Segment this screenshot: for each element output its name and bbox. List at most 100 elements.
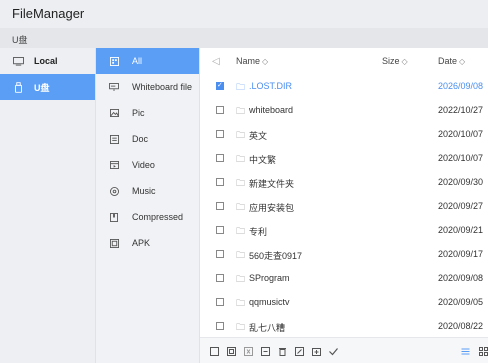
column-header-size[interactable]: Size ◇ xyxy=(382,56,408,66)
picture-icon xyxy=(108,108,120,118)
category-item-video[interactable]: Video xyxy=(96,152,199,178)
column-header-date[interactable]: Date ◇ xyxy=(438,56,465,66)
file-date: 2022/10/27 xyxy=(438,105,484,115)
file-name: 中文繁 xyxy=(249,155,277,165)
confirm-check-icon[interactable] xyxy=(328,346,338,356)
table-row[interactable]: 🗀 560走查0917 2020/09/17 xyxy=(200,242,488,266)
select-all-checkbox-icon[interactable] xyxy=(209,346,219,356)
table-row[interactable]: 🗀 专利 2020/09/21 xyxy=(200,218,488,242)
category-item-compressed[interactable]: Compressed xyxy=(96,204,199,230)
video-icon xyxy=(108,160,120,170)
row-checkbox[interactable] xyxy=(216,130,224,138)
copy-icon[interactable] xyxy=(226,346,236,356)
category-item-music[interactable]: Music xyxy=(96,178,199,204)
apk-icon xyxy=(108,238,120,248)
file-name: qqmusictv xyxy=(249,297,290,307)
table-row[interactable]: 🗀 whiteboard 2022/10/27 xyxy=(200,98,488,122)
device-item-local[interactable]: Local xyxy=(0,48,95,74)
file-list-panel: ◁ Name◇ Size◇ Date◇ 🗀 .LOST.DIR 2026/09/… xyxy=(200,48,488,363)
all-files-icon xyxy=(108,56,120,66)
category-sidebar: All Whiteboard file Pic Doc Video Music xyxy=(96,48,200,363)
row-checkbox[interactable] xyxy=(216,274,224,282)
device-item-label: U盘 xyxy=(34,82,50,93)
file-date: 2020/09/17 xyxy=(438,249,484,259)
folder-icon: 🗀 xyxy=(236,202,246,212)
file-name: whiteboard xyxy=(249,105,294,115)
category-item-label: Whiteboard file xyxy=(132,82,193,92)
breadcrumb: U盘 xyxy=(0,28,488,48)
category-item-label: Compressed xyxy=(132,212,184,222)
row-checkbox[interactable] xyxy=(216,298,224,306)
category-item-pic[interactable]: Pic xyxy=(96,100,199,126)
file-name: 乱七八糟 xyxy=(249,323,286,333)
table-row[interactable]: 🗀 SProgram 2020/09/08 xyxy=(200,266,488,290)
monitor-icon xyxy=(12,56,24,66)
category-item-whiteboard[interactable]: Whiteboard file xyxy=(96,74,199,100)
category-item-all[interactable]: All xyxy=(96,48,199,74)
document-icon xyxy=(108,134,120,144)
file-name: 560走查0917 xyxy=(249,251,303,261)
file-name: 应用安装包 xyxy=(249,203,295,213)
file-date: 2020/09/27 xyxy=(438,201,484,211)
row-checkbox[interactable] xyxy=(216,106,224,114)
row-checkbox[interactable] xyxy=(216,81,224,90)
table-row[interactable]: 🗀 中文繁 2020/10/07 xyxy=(200,146,488,170)
category-item-doc[interactable]: Doc xyxy=(96,126,199,152)
table-row[interactable]: 🗀 英文 2020/10/07 xyxy=(200,122,488,146)
file-name: SProgram xyxy=(249,273,290,283)
device-sidebar: Local U盘 xyxy=(0,48,96,363)
cut-icon[interactable] xyxy=(243,346,253,356)
file-date: 2020/10/07 xyxy=(438,129,484,139)
column-header-name[interactable]: Name ◇ xyxy=(236,56,268,66)
folder-icon: 🗀 xyxy=(236,178,246,188)
table-row[interactable]: 🗀 乱七八糟 2020/08/22 xyxy=(200,314,488,338)
table-row[interactable]: 🗀 新建文件夹 2020/09/30 xyxy=(200,170,488,194)
file-list: 🗀 .LOST.DIR 2026/09/08 🗀 whiteboard 2022… xyxy=(200,74,488,338)
list-view-icon[interactable] xyxy=(460,346,470,356)
row-checkbox[interactable] xyxy=(216,226,224,234)
category-item-label: APK xyxy=(132,238,151,248)
folder-icon: 🗀 xyxy=(236,106,246,116)
table-row[interactable]: 🗀 应用安装包 2020/09/27 xyxy=(200,194,488,218)
file-name: 新建文件夹 xyxy=(249,179,295,189)
paste-icon[interactable] xyxy=(260,346,270,356)
folder-icon: 🗀 xyxy=(236,298,246,308)
file-name: 专利 xyxy=(249,227,268,237)
whiteboard-icon xyxy=(108,82,120,92)
delete-icon[interactable] xyxy=(277,346,287,356)
music-icon xyxy=(108,186,120,196)
back-arrow-icon[interactable]: ◁ xyxy=(212,56,220,67)
file-date: 2020/09/30 xyxy=(438,177,484,187)
row-checkbox[interactable] xyxy=(216,202,224,210)
sort-icon: ◇ xyxy=(459,57,466,66)
row-checkbox[interactable] xyxy=(216,154,224,162)
table-row[interactable]: 🗀 .LOST.DIR 2026/09/08 xyxy=(200,74,488,98)
folder-icon: 🗀 xyxy=(236,154,246,164)
file-name: .LOST.DIR xyxy=(249,81,293,91)
file-date: 2020/09/08 xyxy=(438,273,484,283)
file-date: 2026/09/08 xyxy=(438,81,484,91)
app-title: FileManager xyxy=(12,6,85,21)
file-date: 2020/09/21 xyxy=(438,225,484,235)
device-item-label: Local xyxy=(34,56,58,66)
category-item-label: All xyxy=(132,56,143,66)
new-folder-icon[interactable] xyxy=(311,346,321,356)
row-checkbox[interactable] xyxy=(216,322,224,330)
category-item-label: Doc xyxy=(132,134,149,144)
folder-icon: 🗀 xyxy=(236,274,246,284)
device-item-usb[interactable]: U盘 xyxy=(0,74,95,100)
file-date: 2020/09/05 xyxy=(438,297,484,307)
category-item-label: Music xyxy=(132,186,156,196)
table-row[interactable]: 🗀 qqmusictv 2020/09/05 xyxy=(200,290,488,314)
folder-icon: 🗀 xyxy=(236,250,246,260)
file-name: 英文 xyxy=(249,131,268,141)
folder-icon: 🗀 xyxy=(236,82,246,92)
grid-view-icon[interactable] xyxy=(478,346,488,356)
category-item-apk[interactable]: APK xyxy=(96,230,199,256)
folder-icon: 🗀 xyxy=(236,130,246,140)
row-checkbox[interactable] xyxy=(216,250,224,258)
row-checkbox[interactable] xyxy=(216,178,224,186)
category-item-label: Video xyxy=(132,160,155,170)
folder-icon: 🗀 xyxy=(236,226,246,236)
rename-icon[interactable] xyxy=(294,346,304,356)
